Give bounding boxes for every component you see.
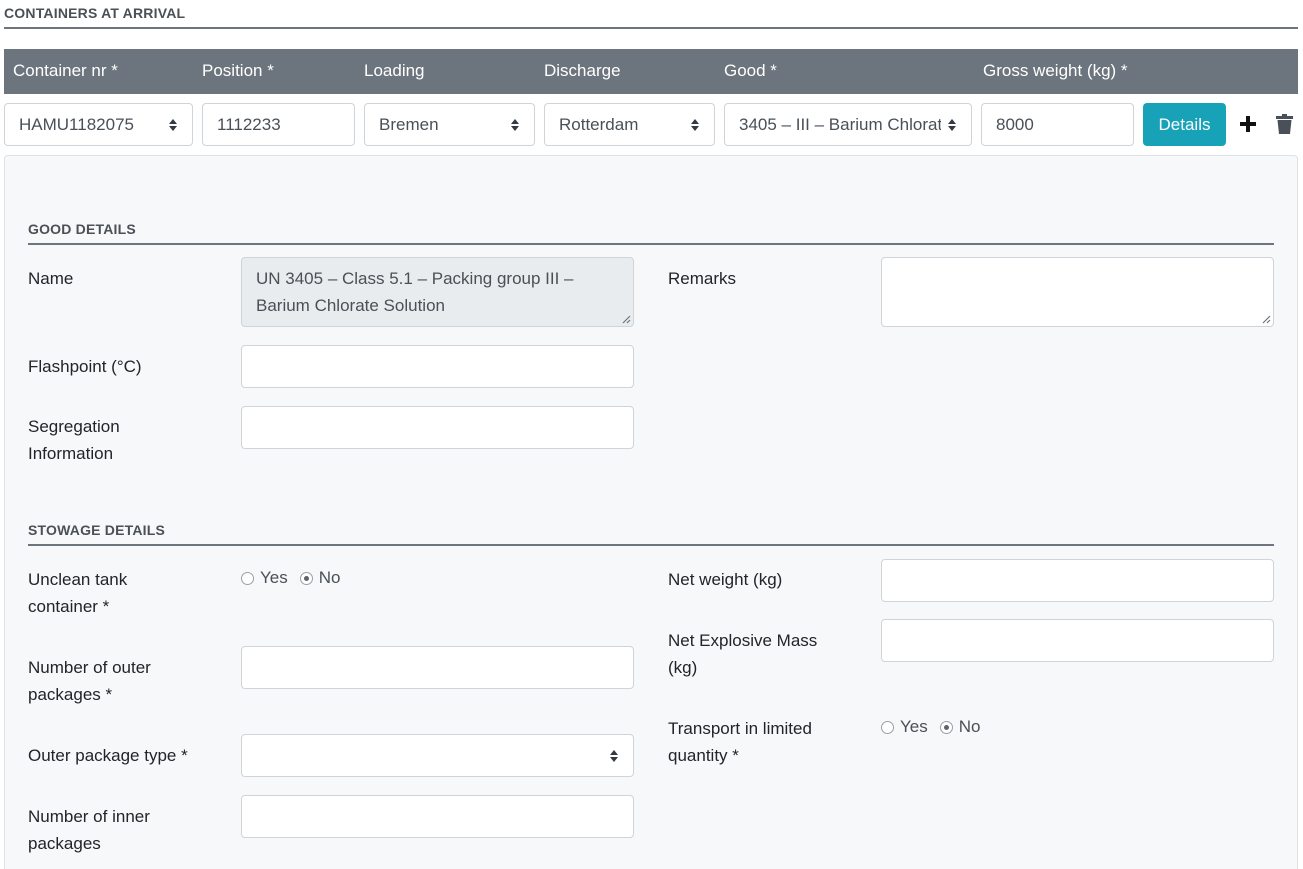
header-discharge: Discharge — [544, 61, 621, 80]
container-nr-select[interactable]: HAMU1182075 — [4, 103, 193, 146]
good-details-divider — [28, 243, 1274, 245]
header-position: Position * — [202, 61, 274, 80]
remarks-label: Remarks — [668, 269, 737, 288]
discharge-select[interactable]: Rotterdam — [544, 103, 715, 146]
header-container-nr: Container nr * — [13, 61, 118, 80]
section-divider — [4, 27, 1298, 29]
select-arrows-icon — [947, 118, 957, 131]
outer-type-select[interactable] — [241, 734, 634, 777]
net-weight-label: Net weight (kg) — [668, 570, 783, 589]
name-value: UN 3405 – Class 5.1 – Packing group III … — [256, 269, 574, 315]
limited-no-option[interactable]: No — [939, 717, 981, 737]
unclean-tank-label: Unclean tank container * — [28, 570, 128, 616]
segregation-input[interactable] — [241, 406, 634, 449]
net-weight-input[interactable] — [881, 559, 1274, 602]
section-title: CONTAINERS AT ARRIVAL — [4, 5, 186, 21]
unclean-no-label: No — [318, 568, 341, 587]
select-arrows-icon — [609, 749, 619, 762]
radio-no[interactable] — [939, 720, 953, 734]
good-details-title: GOOD DETAILS — [28, 221, 136, 237]
container-nr-value: HAMU1182075 — [19, 114, 134, 134]
outer-packages-input[interactable] — [241, 646, 634, 689]
segregation-label: Segregation Information — [28, 417, 120, 463]
outer-packages-label: Number of outer packages * — [28, 658, 151, 704]
outer-type-label: Outer package type * — [28, 746, 188, 765]
gross-weight-input[interactable]: 8000 — [981, 103, 1134, 146]
loading-select[interactable]: Bremen — [364, 103, 535, 146]
discharge-value: Rotterdam — [559, 114, 639, 134]
header-gross-weight: Gross weight (kg) * — [983, 61, 1128, 80]
good-value: 3405 – III – Barium Chlorate Solution — [739, 114, 941, 134]
position-input[interactable]: 1112233 — [202, 103, 355, 146]
resize-grip-icon — [622, 315, 631, 324]
position-value: 1112233 — [217, 114, 281, 134]
select-arrows-icon — [690, 118, 700, 131]
inner-packages-input[interactable] — [241, 795, 634, 838]
unclean-no-option[interactable]: No — [299, 568, 341, 588]
radio-yes[interactable] — [881, 720, 894, 734]
nem-input[interactable] — [881, 619, 1274, 662]
flashpoint-label: Flashpoint (°C) — [28, 357, 142, 376]
gross-weight-value: 8000 — [996, 114, 1034, 134]
details-button[interactable]: Details — [1143, 103, 1226, 146]
select-arrows-icon — [510, 118, 520, 131]
header-loading: Loading — [364, 61, 425, 80]
loading-value: Bremen — [379, 114, 439, 134]
stowage-details-divider — [28, 544, 1274, 546]
plus-icon[interactable] — [1238, 114, 1258, 134]
flashpoint-input[interactable] — [241, 345, 634, 388]
limited-qty-label: Transport in limited quantity * — [668, 719, 812, 765]
select-arrows-icon — [168, 118, 178, 131]
table-header: Container nr * Position * Loading Discha… — [4, 49, 1298, 94]
name-textarea[interactable]: UN 3405 – Class 5.1 – Packing group III … — [241, 257, 634, 327]
radio-yes[interactable] — [241, 571, 254, 585]
unclean-tank-radio-group: Yes No — [241, 568, 352, 588]
limited-qty-radio-group: Yes No — [881, 717, 992, 737]
resize-grip-icon — [1262, 315, 1271, 324]
unclean-yes-option[interactable]: Yes — [241, 568, 288, 588]
radio-no[interactable] — [299, 571, 313, 585]
limited-yes-option[interactable]: Yes — [881, 717, 928, 737]
name-label: Name — [28, 269, 74, 288]
inner-packages-label: Number of inner packages — [28, 807, 150, 853]
unclean-yes-label: Yes — [260, 568, 288, 587]
limited-no-label: No — [958, 717, 981, 736]
good-select[interactable]: 3405 – III – Barium Chlorate Solution — [724, 103, 972, 146]
header-good: Good * — [724, 61, 777, 80]
nem-label: Net Explosive Mass (kg) — [668, 631, 818, 677]
remarks-textarea[interactable] — [881, 257, 1274, 327]
stowage-details-title: STOWAGE DETAILS — [28, 522, 166, 538]
trash-icon[interactable] — [1276, 114, 1293, 134]
limited-yes-label: Yes — [900, 717, 928, 736]
